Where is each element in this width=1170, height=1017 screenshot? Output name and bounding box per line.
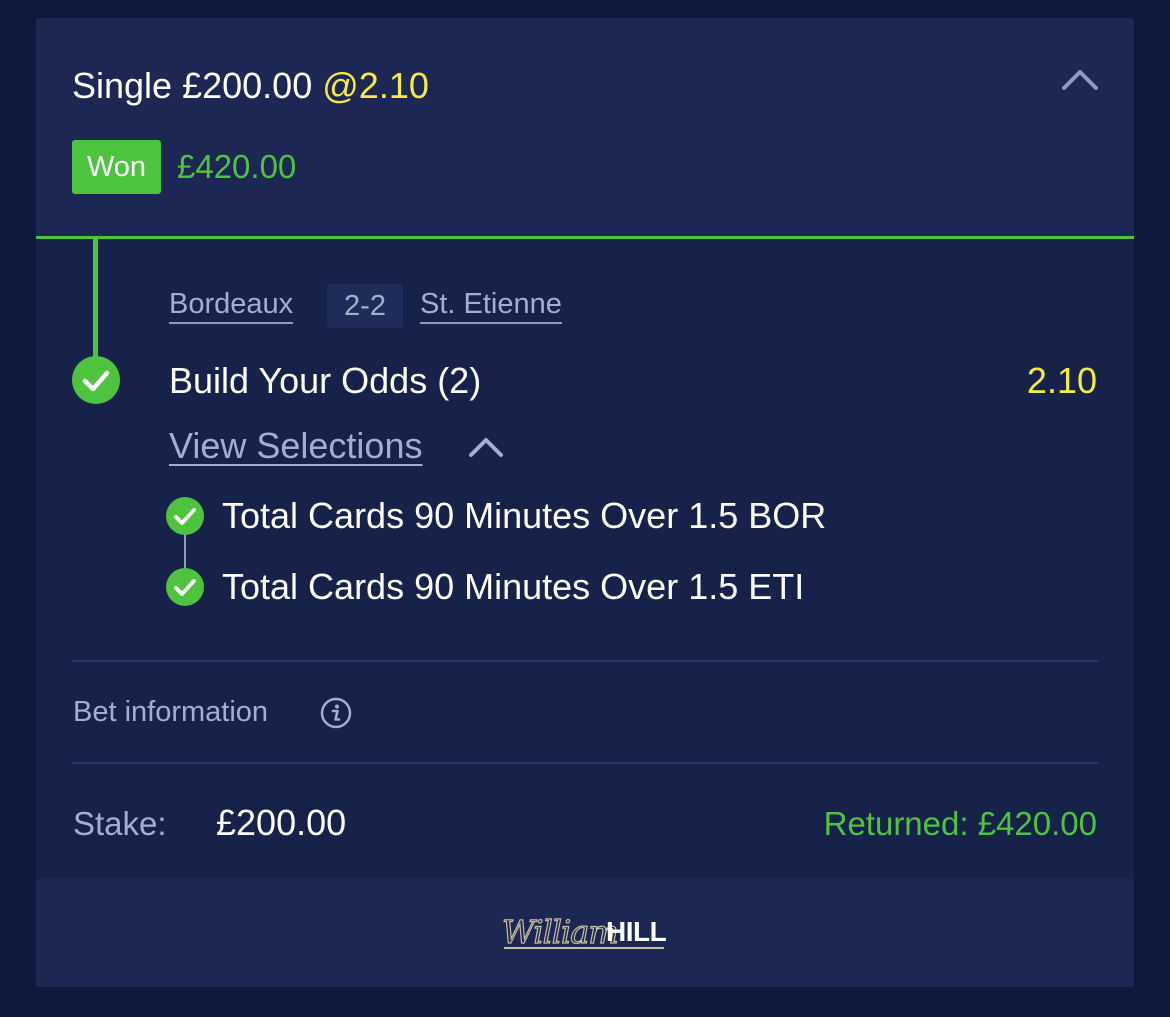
selection-connector bbox=[184, 534, 186, 570]
bet-stake-header: £200.00 bbox=[182, 65, 313, 106]
returned-amount: Returned: £420.00 bbox=[823, 805, 1097, 842]
stake-value: £200.00 bbox=[216, 802, 347, 843]
logo-bold-text: HILL bbox=[606, 916, 667, 947]
check-circle-icon bbox=[166, 568, 204, 606]
won-amount: £420.00 bbox=[177, 148, 297, 185]
bet-odds-header: @2.10 bbox=[322, 65, 429, 106]
chevron-up-icon[interactable] bbox=[466, 432, 506, 460]
bet-header[interactable]: Single £200.00 @2.10 Won £420.00 bbox=[36, 18, 1134, 238]
brand-logo: William HILL bbox=[501, 912, 667, 953]
score-badge: 2-2 bbox=[327, 284, 403, 328]
logo-underline bbox=[504, 947, 664, 949]
bet-type: Single bbox=[72, 65, 173, 106]
away-team-link[interactable]: St. Etienne bbox=[420, 286, 562, 324]
divider bbox=[72, 762, 1098, 764]
result-connector bbox=[93, 238, 98, 358]
result-divider bbox=[36, 236, 1134, 239]
market-name: Build Your Odds (2) bbox=[169, 360, 482, 401]
market-odds: 2.10 bbox=[1026, 360, 1097, 401]
divider bbox=[72, 660, 1098, 662]
check-circle-icon bbox=[72, 356, 120, 404]
bet-information-label[interactable]: Bet information bbox=[73, 694, 268, 730]
chevron-up-icon[interactable] bbox=[1058, 64, 1102, 94]
footer: William HILL bbox=[36, 879, 1134, 987]
check-circle-icon bbox=[166, 497, 204, 535]
logo-script-text: William bbox=[501, 912, 619, 951]
bet-card: Single £200.00 @2.10 Won £420.00 Bordeau… bbox=[36, 18, 1134, 987]
view-selections-link[interactable]: View Selections bbox=[169, 425, 422, 467]
stake-label: Stake: bbox=[73, 805, 167, 842]
selection-item: Total Cards 90 Minutes Over 1.5 BOR bbox=[222, 495, 827, 536]
selection-item: Total Cards 90 Minutes Over 1.5 ETI bbox=[222, 566, 805, 607]
bet-title: Single £200.00 @2.10 bbox=[72, 66, 429, 106]
info-icon[interactable] bbox=[320, 697, 352, 729]
home-team-link[interactable]: Bordeaux bbox=[169, 286, 294, 324]
status-badge: Won bbox=[72, 140, 161, 194]
